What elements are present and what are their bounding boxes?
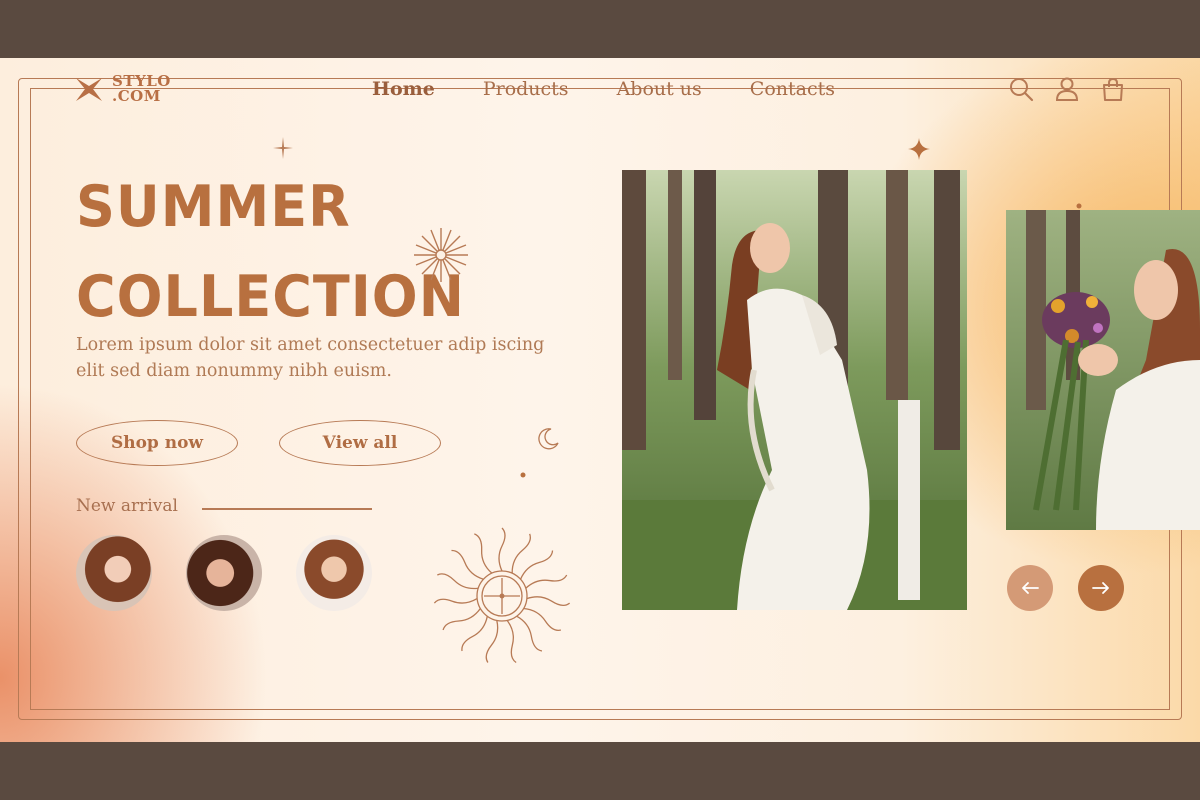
starburst-icon — [414, 228, 468, 282]
new-arrival-thumbnail[interactable] — [296, 535, 372, 611]
headline-line2: COLLECTION — [76, 263, 465, 330]
header-actions — [1008, 76, 1126, 102]
dot-decor-icon — [520, 472, 526, 478]
carousel-prev-button[interactable] — [1007, 565, 1053, 611]
logo[interactable]: STYLO .COM — [74, 74, 171, 104]
search-icon[interactable] — [1008, 76, 1034, 102]
divider — [202, 508, 372, 510]
dot-decor-icon — [1076, 203, 1082, 209]
secondary-photo-art — [1006, 210, 1200, 530]
new-arrival-label: New arrival — [76, 496, 178, 516]
carousel-next-button[interactable] — [1078, 565, 1124, 611]
star-logo-icon — [76, 78, 102, 101]
crescent-moon-icon — [558, 478, 582, 501]
view-all-button[interactable]: View all — [279, 420, 441, 466]
nav-item-home[interactable]: Home — [372, 78, 435, 100]
headline-line1: SUMMER — [76, 173, 351, 240]
top-band — [0, 0, 1200, 58]
arrow-right-icon — [1092, 582, 1109, 594]
sun-icon — [433, 527, 571, 664]
crescent-moon-icon — [538, 428, 559, 450]
shopping-bag-icon[interactable] — [1100, 76, 1126, 102]
arrow-left-icon — [1022, 582, 1039, 594]
featured-photo[interactable] — [622, 170, 967, 610]
main-nav: Home Products About us Contacts — [372, 78, 835, 100]
user-icon[interactable] — [1054, 76, 1080, 102]
logo-line2: .COM — [112, 87, 161, 105]
nav-item-about-us[interactable]: About us — [617, 78, 702, 100]
nav-item-contacts[interactable]: Contacts — [750, 78, 835, 100]
bottom-band — [0, 742, 1200, 800]
hero-headline: SUMMER COLLECTION — [76, 162, 465, 343]
sparkle-icon — [273, 137, 293, 159]
new-arrival-thumbnail[interactable] — [76, 535, 152, 611]
secondary-photo[interactable] — [1006, 210, 1200, 530]
nav-item-products[interactable]: Products — [483, 78, 569, 100]
shop-now-button[interactable]: Shop now — [76, 420, 238, 466]
hero-description: Lorem ipsum dolor sit amet consectetuer … — [76, 335, 545, 381]
sparkle-icon — [908, 138, 930, 160]
logo-text: STYLO .COM — [112, 74, 171, 104]
new-arrival-thumbnail[interactable] — [186, 535, 262, 611]
featured-photo-art — [622, 170, 967, 610]
